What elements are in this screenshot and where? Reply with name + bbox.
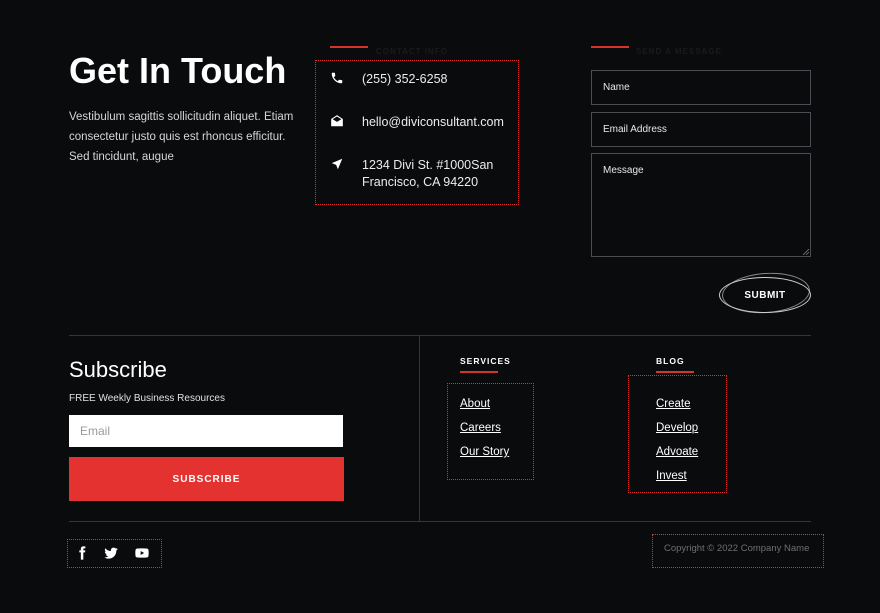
name-placeholder: Name bbox=[603, 82, 630, 93]
contact-info-heading: CONTACT INFO bbox=[376, 47, 448, 56]
blog-link-develop[interactable]: Develop bbox=[656, 422, 698, 434]
intro-text: Vestibulum sagittis sollicitudin aliquet… bbox=[69, 111, 294, 163]
facebook-icon[interactable] bbox=[74, 545, 90, 561]
form-heading-accent bbox=[591, 46, 629, 48]
page-title: Get In Touch bbox=[69, 50, 287, 91]
submit-button[interactable]: SUBMIT bbox=[719, 277, 811, 313]
blog-link-advoate[interactable]: Advoate bbox=[656, 446, 698, 458]
name-field[interactable]: Name bbox=[591, 70, 811, 105]
subscribe-description: FREE Weekly Business Resources bbox=[69, 393, 225, 404]
footer-divider bbox=[69, 521, 811, 522]
section-divider bbox=[69, 335, 811, 336]
contact-email[interactable]: hello@diviconsultant.com bbox=[362, 114, 504, 131]
column-divider bbox=[419, 336, 420, 521]
services-link-our-story[interactable]: Our Story bbox=[460, 446, 509, 458]
subscribe-button[interactable]: SUBSCRIBE bbox=[69, 457, 344, 501]
copyright-text: Copyright © 2022 Company Name bbox=[664, 543, 810, 554]
message-placeholder: Message bbox=[603, 165, 644, 176]
subscribe-email-input[interactable]: Email bbox=[69, 415, 343, 447]
contact-address-line1: 1234 Divi St. #1000San bbox=[362, 158, 494, 172]
services-link-about[interactable]: About bbox=[460, 398, 490, 410]
blog-link-create[interactable]: Create bbox=[656, 398, 691, 410]
subscribe-title: Subscribe bbox=[69, 357, 167, 382]
email-address-field[interactable]: Email Address bbox=[591, 112, 811, 147]
services-heading-accent bbox=[460, 371, 498, 373]
youtube-icon[interactable] bbox=[134, 545, 150, 561]
envelope-open-icon bbox=[331, 115, 343, 127]
services-heading: SERVICES bbox=[460, 356, 511, 366]
contact-address-line2: Francisco, CA 94220 bbox=[362, 175, 479, 189]
message-field[interactable]: Message bbox=[591, 153, 811, 257]
services-link-careers[interactable]: Careers bbox=[460, 422, 501, 434]
blog-link-invest[interactable]: Invest bbox=[656, 470, 687, 482]
contact-phone[interactable]: (255) 352-6258 bbox=[362, 71, 447, 88]
blog-heading-accent bbox=[656, 371, 694, 373]
contact-heading-accent bbox=[330, 46, 368, 48]
form-heading: SEND A MESSAGE bbox=[636, 47, 722, 56]
twitter-icon[interactable] bbox=[103, 545, 119, 561]
resize-handle-icon[interactable] bbox=[803, 249, 809, 255]
blog-heading: BLOG bbox=[656, 356, 685, 366]
location-arrow-icon bbox=[331, 158, 343, 170]
phone-icon bbox=[331, 72, 343, 84]
email-address-placeholder: Email Address bbox=[603, 124, 667, 135]
